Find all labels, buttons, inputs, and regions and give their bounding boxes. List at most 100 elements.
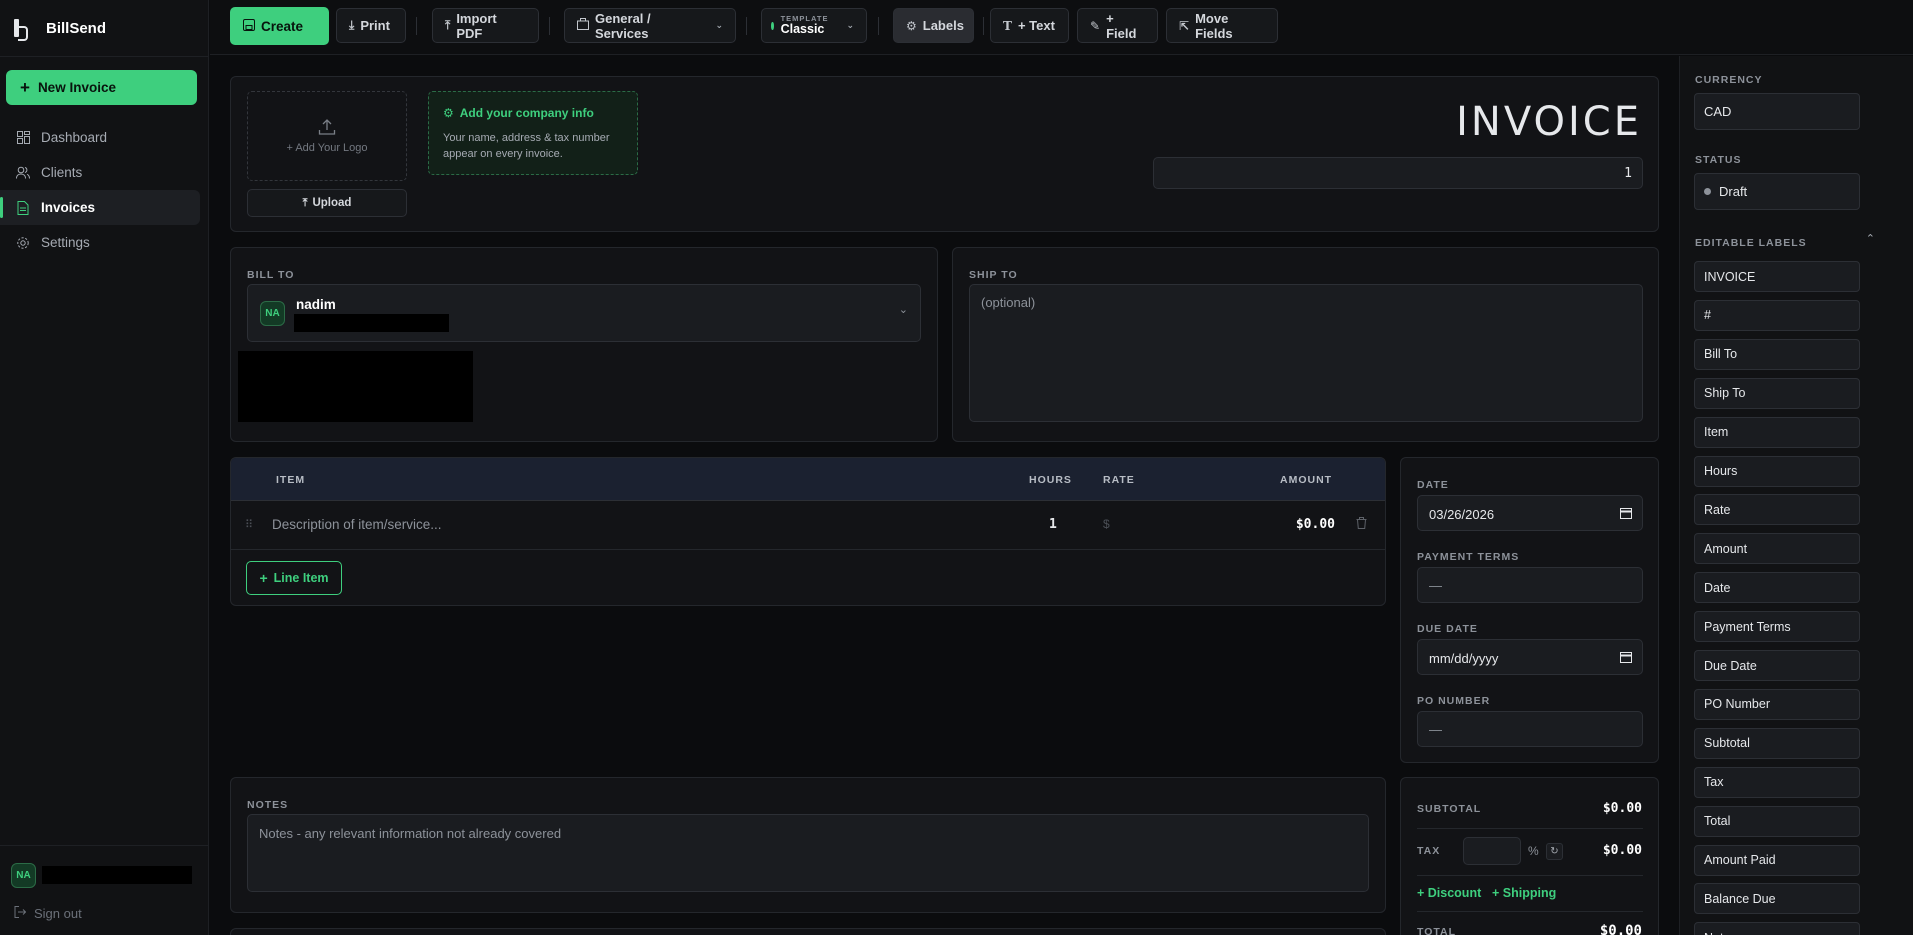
editable-label-input[interactable]: Subtotal: [1694, 727, 1860, 759]
toolbar-divider: [983, 17, 984, 35]
user-row[interactable]: NA: [0, 845, 209, 905]
item-description-input[interactable]: Description of item/service...: [272, 517, 442, 532]
tax-value: $0.00: [1602, 843, 1642, 858]
app-root: BillSend + New Invoice Dashboard Clients: [0, 0, 1913, 935]
totals-divider: [1417, 875, 1643, 876]
company-info-card[interactable]: ⚙ Add your company info Your name, addre…: [428, 91, 638, 175]
sidebar-item-settings[interactable]: Settings: [0, 225, 200, 260]
editable-label-input[interactable]: Amount: [1694, 533, 1860, 565]
status-dot-icon: [1704, 188, 1711, 195]
add-line-item-button[interactable]: + Line Item: [246, 561, 342, 595]
notes-textarea[interactable]: Notes - any relevant information not alr…: [247, 814, 1369, 892]
editable-label-input[interactable]: Rate: [1694, 494, 1860, 526]
import-pdf-label: Import PDF: [456, 10, 497, 41]
editable-label-input[interactable]: PO Number: [1694, 688, 1860, 720]
dashboard-icon: [16, 131, 30, 145]
text-icon: T: [1003, 18, 1012, 33]
item-rate-input[interactable]: $: [1103, 517, 1110, 531]
logo-dropzone[interactable]: + Add Your Logo: [247, 91, 407, 181]
editable-label-value: Subtotal: [1704, 736, 1750, 751]
avatar: NA: [11, 863, 36, 888]
sign-out-button[interactable]: Sign out: [14, 906, 82, 921]
editable-label-input[interactable]: Due Date: [1694, 650, 1860, 681]
invoice-number-input[interactable]: 1: [1153, 157, 1643, 189]
table-row: ⠿ Description of item/service... 1 $ $0.…: [231, 501, 1385, 550]
editable-label-input[interactable]: Bill To: [1694, 338, 1860, 370]
category-dropdown[interactable]: General / Services ⌄: [564, 8, 736, 43]
payment-terms-input[interactable]: —: [1417, 567, 1643, 603]
due-date-input[interactable]: mm/dd/yyyy: [1417, 639, 1643, 675]
editable-label-input[interactable]: Ship To: [1694, 377, 1860, 409]
client-select[interactable]: NA nadim ⌄: [247, 284, 921, 342]
template-text: TEMPLATE Classic: [781, 15, 829, 36]
editable-label-input[interactable]: Total: [1694, 805, 1860, 837]
items-table-header: ITEM HOURS RATE AMOUNT: [231, 458, 1385, 501]
editable-labels-toggle[interactable]: EDITABLE LABELS ⌃: [1695, 233, 1875, 249]
add-text-button[interactable]: T + Text: [990, 8, 1069, 43]
editable-label-input[interactable]: Amount Paid: [1694, 844, 1860, 876]
totals-divider: [1417, 911, 1643, 912]
editable-label-input[interactable]: Notes: [1694, 922, 1860, 935]
editable-label-input[interactable]: Payment Terms: [1694, 611, 1860, 643]
editable-label-value: Tax: [1704, 775, 1724, 790]
po-number-input[interactable]: —: [1417, 711, 1643, 747]
add-shipping-button[interactable]: + Shipping: [1492, 886, 1556, 900]
plus-icon: +: [20, 77, 30, 97]
sidebar-item-dashboard[interactable]: Dashboard: [0, 120, 200, 155]
date-value: 03/26/2026: [1429, 507, 1495, 522]
tax-rate-input[interactable]: [1463, 837, 1521, 865]
subtotal-value: $0.00: [1602, 801, 1642, 816]
labels-button[interactable]: ⚙ Labels: [893, 8, 974, 43]
redacted-client-email: [294, 314, 449, 332]
invoice-title: INVOICE: [1456, 99, 1642, 145]
editable-label-value: Ship To: [1704, 386, 1746, 401]
item-hours-input[interactable]: 1: [1049, 517, 1057, 532]
add-discount-button[interactable]: + Discount: [1417, 886, 1481, 900]
new-invoice-button[interactable]: + New Invoice: [6, 70, 197, 105]
template-dropdown[interactable]: TEMPLATE Classic ⌄: [761, 8, 867, 43]
editable-label-value: Total: [1704, 814, 1731, 829]
status-select[interactable]: Draft: [1694, 173, 1860, 210]
sidebar-item-clients[interactable]: Clients: [0, 155, 200, 190]
date-label: DATE: [1417, 479, 1449, 491]
editable-label-input[interactable]: Tax: [1694, 766, 1860, 798]
editable-label-input[interactable]: Balance Due: [1694, 883, 1860, 915]
editable-label-input[interactable]: Date: [1694, 572, 1860, 604]
sidebar-item-invoices[interactable]: Invoices: [0, 190, 200, 225]
upload-button[interactable]: ⤒ Upload: [247, 189, 407, 217]
notes-label: NOTES: [247, 799, 289, 811]
hours-column-header: HOURS: [1029, 474, 1072, 486]
tax-toggle-button[interactable]: ↻: [1546, 843, 1563, 860]
editable-label-input[interactable]: #: [1694, 299, 1860, 331]
calendar-icon[interactable]: [1620, 651, 1632, 666]
cursor-icon: ⇱: [1179, 18, 1190, 33]
editable-label-input[interactable]: Item: [1694, 416, 1860, 448]
brand[interactable]: BillSend: [0, 0, 208, 57]
move-fields-button[interactable]: ⇱ Move Fields: [1166, 8, 1278, 43]
refresh-icon: ↻: [1550, 846, 1559, 857]
import-pdf-button[interactable]: ⤒ Import PDF: [432, 8, 539, 43]
date-input[interactable]: 03/26/2026: [1417, 495, 1643, 531]
currency-label: CURRENCY: [1695, 74, 1763, 86]
plus-icon: +: [259, 570, 268, 586]
drag-handle-icon[interactable]: ⠿: [245, 518, 253, 531]
trash-icon[interactable]: [1356, 517, 1367, 532]
editable-label-value: Payment Terms: [1704, 619, 1791, 634]
editable-label-value: Bill To: [1704, 347, 1738, 362]
print-button[interactable]: ⤓ Print: [336, 8, 406, 43]
add-field-button[interactable]: ✎ + Field: [1077, 8, 1158, 43]
calendar-icon[interactable]: [1620, 507, 1632, 522]
toolbar-divider: [878, 17, 879, 35]
bill-to-label: BILL TO: [247, 269, 295, 281]
editable-label-input[interactable]: INVOICE: [1694, 261, 1860, 292]
upload-icon: [318, 118, 336, 139]
editable-label-value: Rate: [1704, 502, 1731, 517]
currency-select[interactable]: CAD: [1694, 93, 1860, 130]
ship-to-textarea[interactable]: (optional): [969, 284, 1643, 422]
editable-label-value: Amount Paid: [1704, 853, 1776, 867]
redacted-user-email: [42, 866, 192, 884]
total-value: $0.00: [1599, 923, 1642, 935]
sidebar-item-label: Invoices: [41, 200, 96, 215]
editable-label-input[interactable]: Hours: [1694, 455, 1860, 487]
create-button[interactable]: Create: [230, 7, 329, 45]
